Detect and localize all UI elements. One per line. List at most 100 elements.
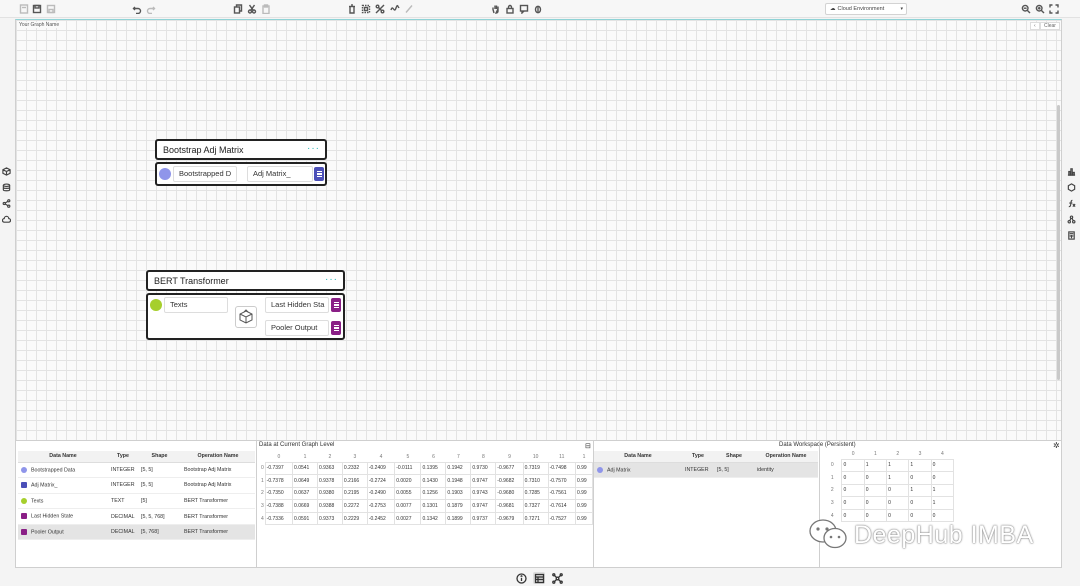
value-cell: 0.0027	[394, 511, 422, 526]
operation-cell: Bootstrap Adj Matrix	[181, 477, 255, 494]
info-icon[interactable]	[515, 572, 527, 584]
zoom-in-icon[interactable]	[1034, 3, 1046, 15]
lock-icon[interactable]	[504, 3, 516, 15]
model-cube-icon[interactable]	[235, 306, 257, 328]
cube-icon[interactable]	[1, 166, 12, 177]
data-name-cell: Last Hidden State	[18, 508, 108, 525]
table-row[interactable]: Bootstrapped Data INTEGER [5, 5] Bootstrap …	[18, 462, 255, 479]
workspace-table: Data Name Type Shape Operation Name Adj …	[594, 451, 818, 479]
column-header[interactable]: Data Name	[594, 451, 682, 463]
copy-icon[interactable]	[232, 3, 244, 15]
input-field-bootstrapped-data[interactable]: Bootstrapped D	[173, 166, 237, 182]
value-cell: 0.9388	[316, 499, 343, 513]
expand-icon[interactable]: ⊟	[585, 442, 591, 450]
shape-cell: [5, 768]	[138, 524, 181, 541]
bug-icon[interactable]	[532, 3, 544, 15]
paste-icon[interactable]	[260, 3, 272, 15]
output-field-pooler-output[interactable]: Pooler Output	[265, 320, 329, 336]
hexagon-icon[interactable]	[1066, 182, 1077, 193]
bootstrap-node-body[interactable]: Bootstrapped D Adj Matrix_	[155, 162, 327, 186]
graph-canvas[interactable]	[15, 19, 1062, 440]
cloud-icon[interactable]	[1, 214, 12, 225]
value-cell: 0.1948	[445, 474, 472, 488]
zoom-out-icon[interactable]	[1020, 3, 1032, 15]
row-index: 2	[830, 487, 834, 494]
share-icon[interactable]	[1, 198, 12, 209]
value-cell: -0.7570	[547, 474, 576, 488]
pen-icon[interactable]	[403, 3, 415, 15]
bootstrap-node-header[interactable]: Bootstrap Adj Matrix ···	[155, 139, 327, 160]
redo-icon[interactable]	[145, 3, 157, 15]
network-icon[interactable]	[1066, 214, 1077, 225]
column-index: 1	[874, 451, 877, 458]
function-icon[interactable]	[389, 3, 401, 15]
top-toolbar: ☁ Cloud Environment ▾	[0, 0, 1080, 18]
comment-icon[interactable]	[518, 3, 530, 15]
collapse-button[interactable]: ‹	[1030, 22, 1040, 30]
data-name-cell: Texts	[18, 493, 108, 510]
left-tool-rail	[1, 166, 13, 225]
bert-node-header[interactable]: BERT Transformer ···	[146, 270, 345, 291]
type-cell: INTEGER	[108, 462, 138, 479]
value-cell: -0.7378	[264, 474, 294, 488]
output-port[interactable]	[331, 321, 341, 335]
graph-name-label[interactable]: Your Graph Name	[17, 22, 62, 28]
disconnect-icon[interactable]	[374, 3, 386, 15]
table-icon[interactable]	[533, 572, 545, 584]
save-icon[interactable]	[31, 3, 43, 15]
function-fx-icon[interactable]	[1066, 198, 1077, 209]
matrix-cell: 1	[908, 458, 932, 473]
clear-button[interactable]: Clear	[1040, 22, 1060, 30]
column-header[interactable]: Type	[108, 451, 138, 463]
column-header[interactable]: Type	[682, 451, 714, 463]
hand-icon[interactable]	[490, 3, 502, 15]
node-menu-icon[interactable]: ···	[307, 143, 320, 154]
value-cell: 0.9378	[316, 474, 343, 488]
calculator-icon[interactable]	[1066, 230, 1077, 241]
table-row: 300001	[822, 496, 955, 510]
save-as-icon[interactable]	[45, 3, 57, 15]
cut-icon[interactable]	[246, 3, 258, 15]
chevron-down-icon: ▾	[900, 6, 903, 12]
value-cell: 0.0055	[394, 486, 422, 501]
undo-icon[interactable]	[131, 3, 143, 15]
new-file-icon[interactable]	[18, 3, 30, 15]
table-row[interactable]: Last Hidden State DECIMAL [5, 5, 768] BERT …	[18, 508, 255, 525]
output-port[interactable]	[314, 167, 324, 181]
column-header[interactable]: Operation Name	[181, 451, 255, 463]
fit-screen-icon[interactable]	[1048, 3, 1060, 15]
canvas-scrollbar[interactable]	[1057, 105, 1060, 380]
table-row[interactable]: Adj Matrix INTEGER [5, 5] identity	[594, 462, 818, 479]
node-menu-icon[interactable]: ···	[325, 274, 338, 285]
table-row[interactable]: Texts TEXT [5] BERT Transformer	[18, 493, 255, 510]
footer-bar	[0, 568, 1080, 586]
database-icon[interactable]	[1, 182, 12, 193]
value-cell: 0.1256	[420, 486, 447, 501]
column-header[interactable]: Shape	[714, 451, 754, 463]
table-row: 1 -0.7378 0.0649 0.9378 0.2166 -0.2724 0.0020 0…	[259, 474, 594, 488]
output-port[interactable]	[331, 298, 341, 312]
operation-cell: identity	[754, 462, 818, 479]
column-index: 3	[918, 451, 922, 458]
settings-gear-icon[interactable]: ✲	[1053, 441, 1060, 450]
column-header[interactable]: Shape	[138, 451, 181, 463]
column-header[interactable]: Data Name	[18, 451, 108, 463]
output-field-adj-matrix[interactable]: Adj Matrix_	[247, 166, 313, 182]
environment-select[interactable]: ☁ Cloud Environment ▾	[825, 3, 907, 15]
input-port[interactable]	[159, 168, 171, 180]
select-icon[interactable]	[360, 3, 372, 15]
row-index: 0	[830, 462, 834, 469]
data-name-text: Adj Matrix_	[31, 482, 58, 489]
output-field-last-hidden-state[interactable]: Last Hidden Sta	[265, 297, 329, 313]
chat-bubble-icon	[809, 519, 847, 549]
delete-icon[interactable]	[346, 3, 358, 15]
bar-chart-icon[interactable]	[1066, 166, 1077, 177]
bert-node-body[interactable]: Texts Last Hidden Sta Pooler Output	[146, 293, 345, 340]
data-name-text: Pooler Output	[31, 529, 64, 536]
input-port[interactable]	[150, 299, 162, 311]
graph-icon[interactable]	[551, 572, 563, 584]
table-row[interactable]: Pooler Output DECIMAL [5, 768] BERT Transfo…	[18, 524, 255, 541]
table-row[interactable]: Adj Matrix_ INTEGER [5, 5] Bootstrap Adj Ma…	[18, 477, 255, 494]
column-header[interactable]: Operation Name	[754, 451, 818, 463]
input-field-texts[interactable]: Texts	[164, 297, 228, 313]
